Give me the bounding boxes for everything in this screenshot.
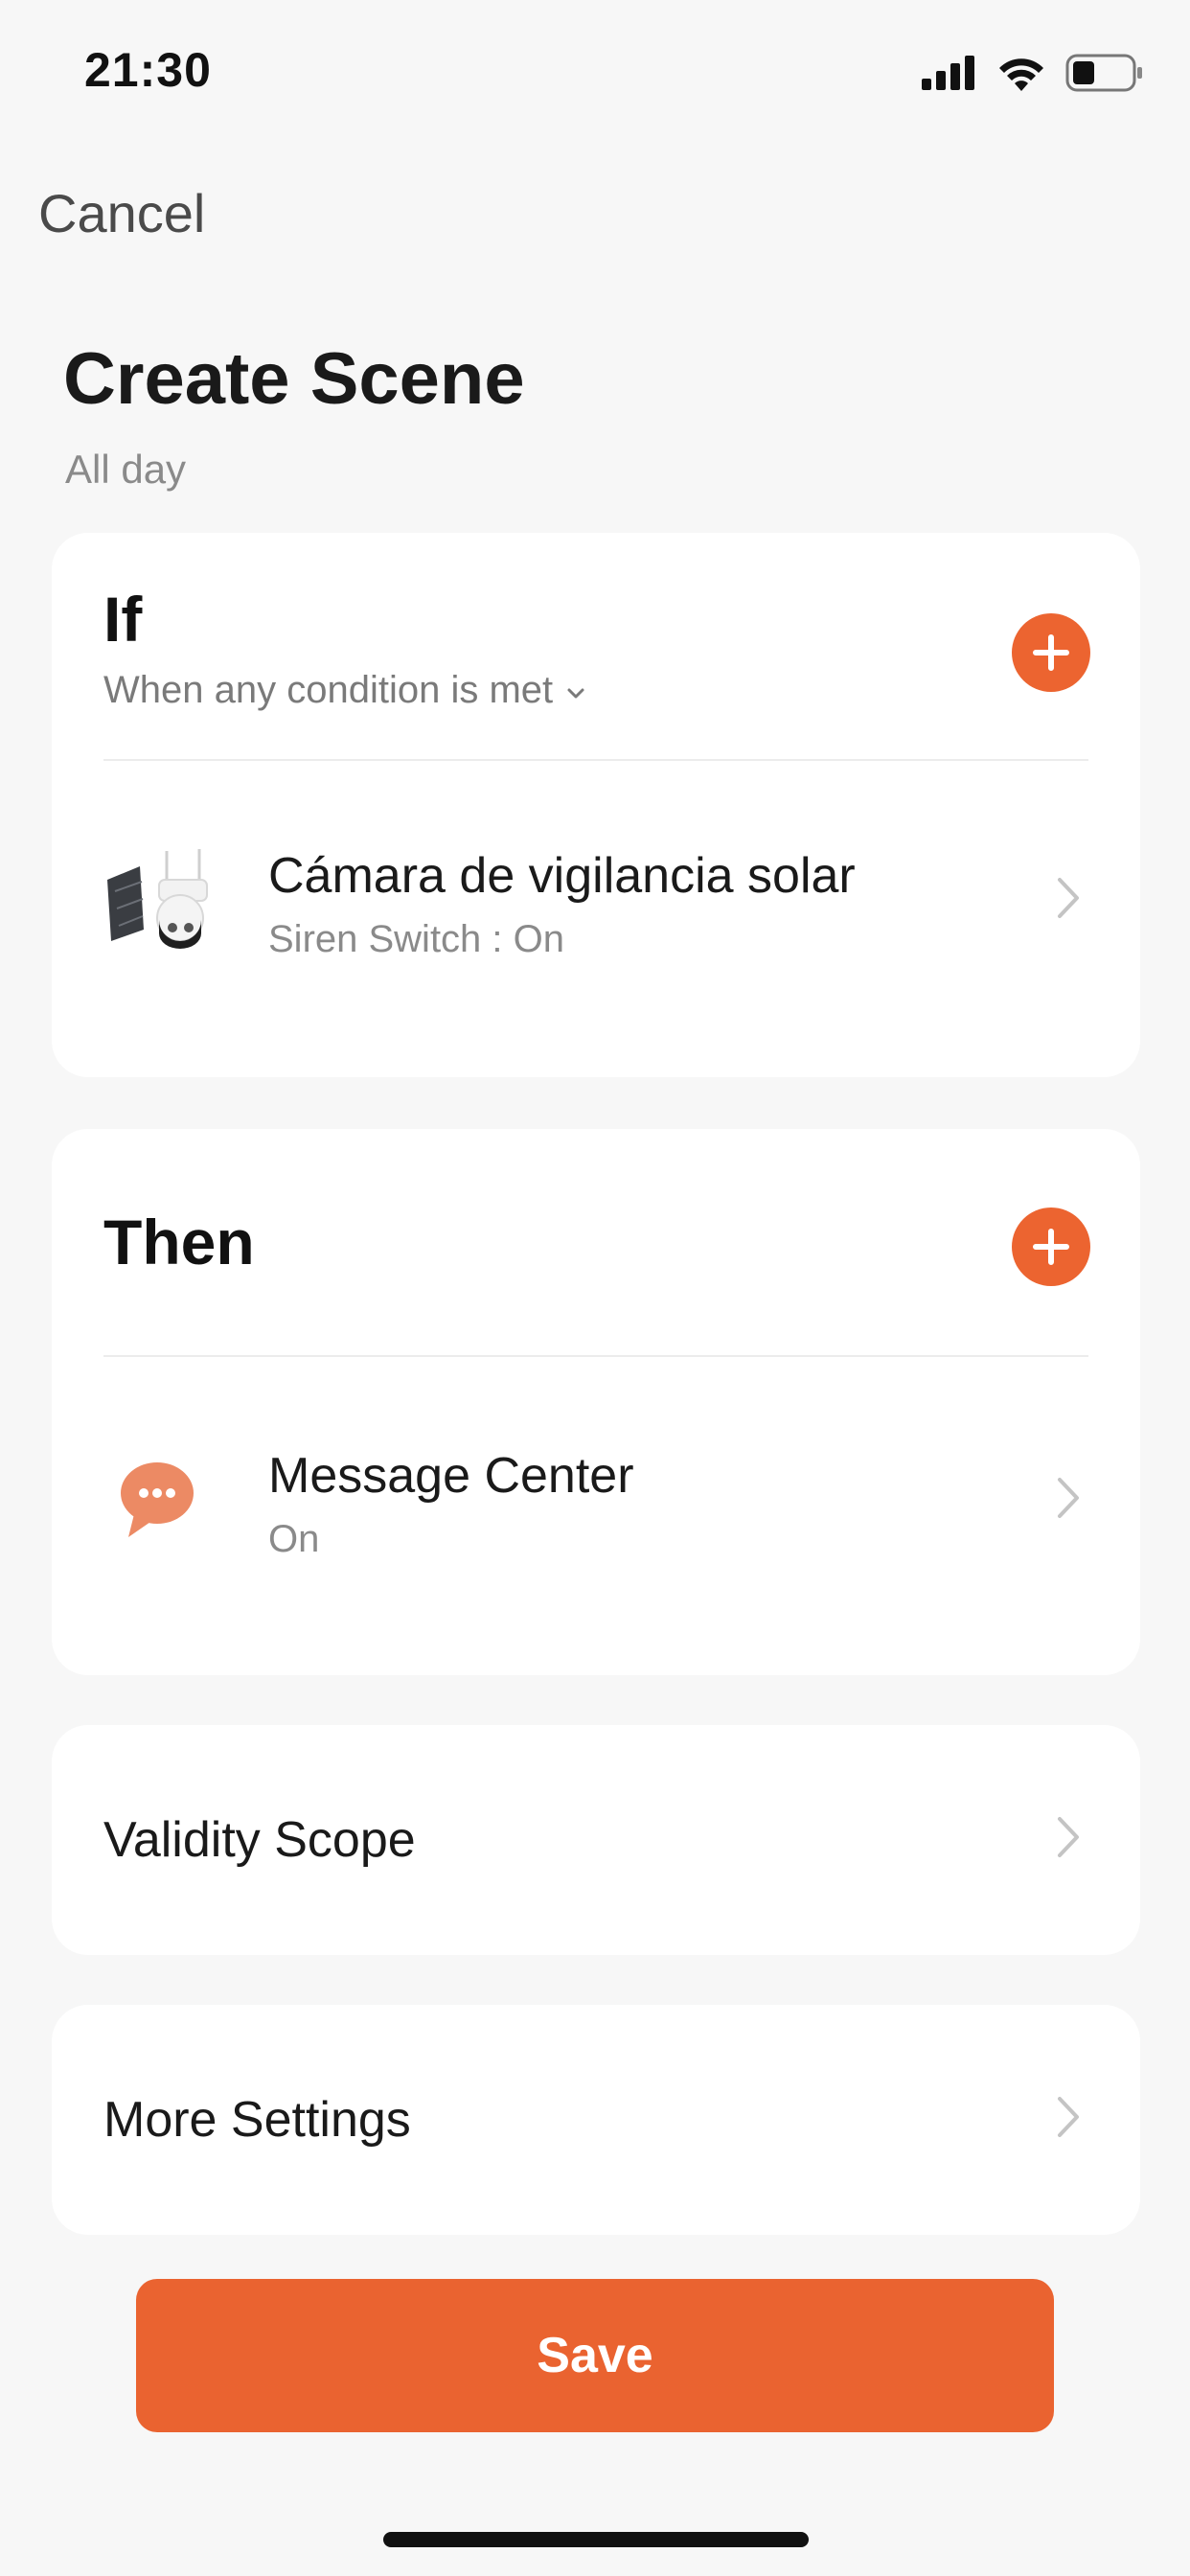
then-section-title: Then xyxy=(103,1207,255,1277)
chevron-right-icon xyxy=(1054,1474,1083,1527)
chevron-right-icon xyxy=(1054,2093,1083,2146)
action-row[interactable]: Message Center On xyxy=(52,1403,1140,1623)
divider xyxy=(103,759,1088,761)
action-detail: On xyxy=(268,1518,320,1560)
wifi-icon xyxy=(999,58,1043,91)
cellular-signal-icon xyxy=(922,56,974,90)
cancel-button[interactable]: Cancel xyxy=(38,182,205,244)
page-title: Create Scene xyxy=(63,338,525,420)
plus-icon xyxy=(1033,634,1069,671)
battery-icon xyxy=(1065,54,1142,92)
add-condition-button[interactable] xyxy=(1012,613,1090,692)
more-settings-label: More Settings xyxy=(103,2092,411,2148)
condition-mode-label: When any condition is met xyxy=(103,669,554,711)
condition-mode-dropdown[interactable]: When any condition is met xyxy=(103,669,585,712)
condition-row[interactable]: Cámara de vigilancia solar Siren Switch … xyxy=(52,803,1140,1024)
status-time: 21:30 xyxy=(84,43,212,97)
create-scene-screen: 21:30 Cancel Create Scene All day If Whe… xyxy=(0,0,1190,2576)
chevron-right-icon xyxy=(1054,874,1083,927)
chevron-right-icon xyxy=(1054,1813,1083,1866)
chat-bubble-icon xyxy=(100,1441,215,1556)
status-icons xyxy=(922,50,1144,96)
chevron-down-icon xyxy=(566,678,585,707)
page-subtitle[interactable]: All day xyxy=(65,447,186,493)
condition-detail: Siren Switch : On xyxy=(268,918,565,960)
then-card: Then Message Center On xyxy=(52,1129,1140,1675)
more-settings-row[interactable]: More Settings xyxy=(52,2005,1140,2235)
plus-icon xyxy=(1033,1229,1069,1265)
status-bar: 21:30 xyxy=(0,0,1190,144)
validity-scope-label: Validity Scope xyxy=(103,1812,416,1868)
save-button[interactable]: Save xyxy=(136,2279,1054,2432)
action-name: Message Center xyxy=(268,1448,634,1504)
solar-camera-icon xyxy=(100,841,215,956)
divider xyxy=(103,1355,1088,1357)
validity-scope-row[interactable]: Validity Scope xyxy=(52,1725,1140,1955)
if-card: If When any condition is met Cámara de v… xyxy=(52,533,1140,1077)
if-section-title: If xyxy=(103,584,143,655)
home-indicator[interactable] xyxy=(383,2532,809,2547)
add-action-button[interactable] xyxy=(1012,1208,1090,1286)
condition-device-name: Cámara de vigilancia solar xyxy=(268,848,856,904)
